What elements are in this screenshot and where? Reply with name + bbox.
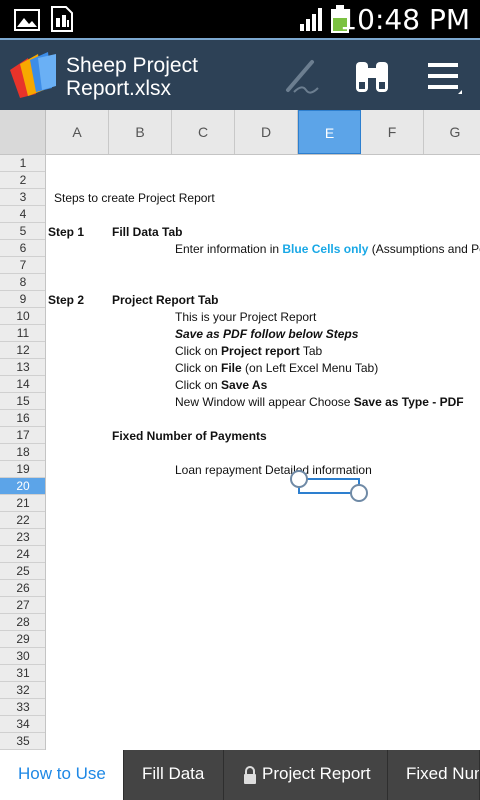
selection-handle-start[interactable] (290, 470, 308, 488)
cell-c6-text: Enter information in (175, 242, 283, 256)
tab-fill-data[interactable]: Fill Data (124, 750, 224, 800)
blue-cells-note: Blue Cells only (282, 242, 369, 256)
row-header-33[interactable]: 33 (0, 699, 45, 716)
cell-c15[interactable]: New Window will appear Choose Save as Ty… (175, 394, 464, 411)
row-header-32[interactable]: 32 (0, 682, 45, 699)
image-icon (14, 9, 40, 31)
cell-c14-bold: Save As (221, 378, 268, 392)
selection-handle-end[interactable] (350, 484, 368, 502)
pen-button[interactable] (280, 54, 324, 98)
status-bar: 10:48 PM (0, 0, 480, 38)
cell-c14-text: Click on (175, 378, 222, 392)
row-header-14[interactable]: 14 (0, 376, 45, 393)
row-header-1[interactable]: 1 (0, 155, 45, 172)
row-header-35[interactable]: 35 (0, 733, 45, 750)
clock: 10:48 PM (339, 3, 470, 36)
row-header-24[interactable]: 24 (0, 546, 45, 563)
row-header-10[interactable]: 10 (0, 308, 45, 325)
cell-c10[interactable]: This is your Project Report (175, 309, 316, 326)
row-header-18[interactable]: 18 (0, 444, 45, 461)
tab-how-to-use[interactable]: How to Use (0, 750, 124, 800)
cell-c6[interactable]: Enter information in Blue Cells only (As… (175, 241, 480, 258)
row-header-12[interactable]: 12 (0, 342, 45, 359)
lock-icon (244, 765, 256, 784)
cell-c14[interactable]: Click on Save As (175, 377, 267, 394)
row-header-29[interactable]: 29 (0, 631, 45, 648)
cell-a3[interactable]: Steps to create Project Report (54, 190, 215, 207)
cell-b9[interactable]: Project Report Tab (112, 292, 218, 309)
cell-a5[interactable]: Step 1 (48, 224, 84, 241)
row-header-34[interactable]: 34 (0, 716, 45, 733)
row-header-6[interactable]: 6 (0, 240, 45, 257)
title-line-2: Report.xlsx (66, 77, 172, 100)
cell-c12-bold: Project report (221, 344, 300, 358)
cell-b17[interactable]: Fixed Number of Payments (112, 428, 267, 445)
row-header-3[interactable]: 3 (0, 189, 45, 206)
cell-c15-bold: Save as Type - PDF (353, 395, 464, 409)
cell-c12-text: Click on (175, 344, 222, 358)
menu-icon (428, 63, 462, 94)
column-header-b[interactable]: B (109, 110, 172, 154)
tab-project-report[interactable]: Project Report (224, 750, 388, 800)
tab-fixed-number-of-payments[interactable]: Fixed Number of Payments (388, 750, 480, 800)
column-header-d[interactable]: D (235, 110, 298, 154)
row-header-20[interactable]: 20 (0, 478, 45, 495)
row-header-17[interactable]: 17 (0, 427, 45, 444)
tab-project-report-label: Project Report (262, 764, 371, 783)
find-button[interactable] (350, 54, 394, 98)
cell-c11[interactable]: Save as PDF follow below Steps (175, 326, 358, 343)
sim-card-icon (51, 6, 73, 32)
row-header-31[interactable]: 31 (0, 665, 45, 682)
column-header: A B C D E F G (0, 110, 480, 155)
cell-c12-suffix: Tab (299, 344, 323, 358)
sheet-tabs: How to Use Fill Data Project Report Fixe… (0, 750, 480, 800)
column-header-e[interactable]: E (298, 110, 361, 154)
row-header-9[interactable]: 9 (0, 291, 45, 308)
app-logo-icon (10, 52, 56, 98)
row-header-30[interactable]: 30 (0, 648, 45, 665)
row-header-2[interactable]: 2 (0, 172, 45, 189)
signal-icon (300, 8, 322, 31)
action-bar: Sheep Project Report.xlsx (0, 38, 480, 110)
row-header-16[interactable]: 16 (0, 410, 45, 427)
cell-c13-text: Click on (175, 361, 222, 375)
menu-button[interactable] (422, 54, 466, 98)
document-title: Sheep Project Report.xlsx (66, 54, 236, 100)
binoculars-icon (356, 62, 388, 92)
column-header-f[interactable]: F (361, 110, 424, 154)
pen-icon (286, 60, 319, 94)
row-header-11[interactable]: 11 (0, 325, 45, 342)
row-header-8[interactable]: 8 (0, 274, 45, 291)
cell-c13-bold: File (221, 361, 242, 375)
column-header-c[interactable]: C (172, 110, 235, 154)
spreadsheet-grid[interactable]: Steps to create Project Report Step 1 Fi… (46, 155, 480, 750)
cell-c13-suffix: (on Left Excel Menu Tab) (241, 361, 379, 375)
cell-c13[interactable]: Click on File (on Left Excel Menu Tab) (175, 360, 378, 377)
cell-c12[interactable]: Click on Project report Tab (175, 343, 322, 360)
row-header-22[interactable]: 22 (0, 512, 45, 529)
cell-b5[interactable]: Fill Data Tab (112, 224, 182, 241)
row-header-25[interactable]: 25 (0, 563, 45, 580)
row-header-28[interactable]: 28 (0, 614, 45, 631)
row-header-13[interactable]: 13 (0, 359, 45, 376)
row-header-15[interactable]: 15 (0, 393, 45, 410)
row-header: 1 2 3 4 5 6 7 8 9 10 11 12 13 14 15 16 17 18 19 20 21 22 23 24 2… (0, 155, 46, 750)
cell-c6-suffix: (Assumptions and Personal Data) (371, 242, 480, 256)
row-header-4[interactable]: 4 (0, 206, 45, 223)
row-header-21[interactable]: 21 (0, 495, 45, 512)
cell-a9[interactable]: Step 2 (48, 292, 84, 309)
row-header-26[interactable]: 26 (0, 580, 45, 597)
select-all-corner[interactable] (0, 110, 46, 154)
cell-c19[interactable]: Loan repayment Detailed information (175, 462, 372, 479)
row-header-27[interactable]: 27 (0, 597, 45, 614)
row-header-19[interactable]: 19 (0, 461, 45, 478)
title-line-1: Sheep Project (66, 54, 198, 77)
row-header-5[interactable]: 5 (0, 223, 45, 240)
cell-c15-text: New Window will appear Choose (175, 395, 354, 409)
column-header-g[interactable]: G (424, 110, 480, 154)
row-header-23[interactable]: 23 (0, 529, 45, 546)
row-header-7[interactable]: 7 (0, 257, 45, 274)
column-header-a[interactable]: A (46, 110, 109, 154)
